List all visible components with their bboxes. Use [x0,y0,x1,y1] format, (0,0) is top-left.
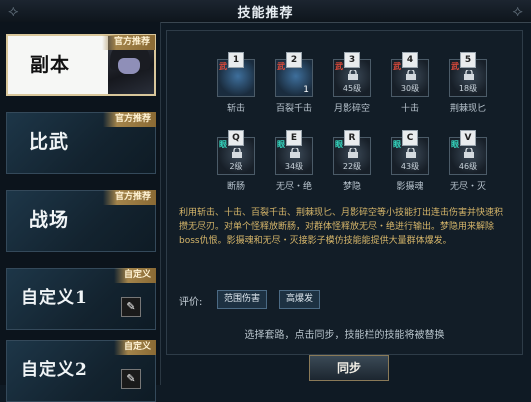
unlock-level: 43级 [400,162,420,171]
rating-tag: 范围伤害 [217,290,268,309]
skill-name: 梦隐 [342,182,361,192]
tab-battlefield[interactable]: 战场 官方推荐 [6,190,156,252]
unlock-level: 18级 [458,84,478,93]
skill-slot[interactable]: R 眼 22级 梦隐 [333,130,371,192]
skill-type-label: 眼 [277,140,285,149]
skill-type-label: 眼 [335,140,343,149]
unlock-level: 45级 [342,84,362,93]
skill-count: 1 [303,85,309,95]
tab-dungeon[interactable]: 副本 官方推荐 [6,34,156,96]
skill-type-label: 武 [277,62,285,71]
skill-recommend-panel: 1 武 斩击 2 武 1 百裂千击 3 武 45级 月影碎空 4 武 30级 十… [166,30,523,355]
skill-slot[interactable]: Q 眼 2级 断肠 [217,130,255,192]
skill-icon: 2 武 1 [275,52,313,97]
skill-type-label: 眼 [219,140,227,149]
hotkey-label: V [460,130,476,146]
skill-slot[interactable]: V 眼 46级 无尽・灭 [449,130,487,192]
skill-name: 斩击 [226,104,245,114]
tab-duel[interactable]: 比武 官方推荐 [6,112,156,174]
rating-label: 评价: [179,297,203,308]
skill-slot[interactable]: 2 武 1 百裂千击 [275,52,313,114]
hotkey-label: E [286,130,302,146]
skill-icon: V 眼 46级 [449,130,487,175]
custom-badge: 自定义 [113,268,156,283]
skill-name: 无尽・灭 [449,182,486,192]
tab-label: 自定义1 [21,288,88,308]
hotkey-label: 4 [402,52,418,68]
skill-slot[interactable]: 3 武 45级 月影碎空 [333,52,371,114]
skill-icon: 3 武 45级 [333,52,371,97]
hotkey-label: C [402,130,418,146]
hotkey-label: 1 [228,52,244,68]
skill-slot[interactable]: 5 武 18级 荆棘现匕 [449,52,487,114]
unlock-level: 22级 [342,162,362,171]
skill-slot[interactable]: C 眼 43级 影摄魂 [391,130,429,192]
unlock-level: 46级 [458,162,478,171]
sync-button[interactable]: 同步 [309,355,389,381]
lock-icon [290,148,300,158]
edit-icon[interactable]: ✎ [121,369,141,389]
lock-icon [406,148,416,158]
lock-icon [348,148,358,158]
skill-slot[interactable]: 4 武 30级 十击 [391,52,429,114]
edit-icon[interactable]: ✎ [121,297,141,317]
skill-icon: Q 眼 2级 [217,130,255,175]
rating-tag: 高爆发 [279,290,321,309]
skill-icon: C 眼 43级 [391,130,429,175]
skill-name: 无尽・绝 [275,182,312,192]
skill-icon: 5 武 18级 [449,52,487,97]
hotkey-label: R [344,130,360,146]
skill-icon: 4 武 30级 [391,52,429,97]
strategy-description: 利用斩击、十击、百裂千击、荆棘现匕、月影碎空等小技能打出连击伤害并快速积攒无尽刃… [179,208,504,246]
tab-label: 比武 [29,131,70,153]
lock-icon [464,70,474,80]
sync-hint: 选择套路，点击同步，技能栏的技能将被替换 [244,330,445,341]
mode-tab-list: 副本 官方推荐 比武 官方推荐 战场 官方推荐 自定义1 自定义 ✎ 自定义2 … [0,22,160,402]
skill-name: 十击 [400,104,419,114]
lock-icon [232,148,242,158]
skill-name: 断肠 [226,182,245,192]
skill-type-label: 武 [219,62,227,71]
tab-label: 副本 [30,54,71,76]
skill-type-label: 武 [393,62,401,71]
skill-icon: E 眼 34级 [275,130,313,175]
hotkey-label: 5 [460,52,476,68]
skill-slot[interactable]: 1 武 斩击 [217,52,255,114]
page-title: 技能推荐 [237,6,294,21]
skill-icon: R 眼 22级 [333,130,371,175]
tab-custom-1[interactable]: 自定义1 自定义 ✎ [6,268,156,330]
skill-type-label: 眼 [393,140,401,149]
hotkey-label: Q [228,130,244,146]
skill-name: 荆棘现匕 [449,104,486,114]
custom-badge: 自定义 [113,340,156,355]
tab-label: 自定义2 [21,360,88,380]
tab-custom-2[interactable]: 自定义2 自定义 ✎ [6,340,156,402]
lock-icon [406,70,416,80]
hotkey-label: 3 [344,52,360,68]
tab-label: 战场 [29,209,70,231]
leaf-decoration-icon: ⟡ [512,1,523,20]
title-bar: ⟡ 技能推荐 ⟡ [0,0,531,23]
unlock-level: 2级 [229,162,243,171]
skill-type-label: 武 [451,62,459,71]
skill-type-label: 眼 [451,140,459,149]
unlock-level: 34级 [284,162,304,171]
official-recommend-badge: 官方推荐 [102,190,156,205]
skill-icon: 1 武 [217,52,255,97]
lock-icon [464,148,474,158]
skill-name: 百裂千击 [275,104,312,114]
skill-type-label: 武 [335,62,343,71]
skill-name: 月影碎空 [333,104,370,114]
official-recommend-badge: 官方推荐 [101,35,155,50]
lock-icon [348,70,358,80]
divider [160,22,161,385]
hotkey-label: 2 [286,52,302,68]
skill-slot[interactable]: E 眼 34级 无尽・绝 [275,130,313,192]
skill-name: 影摄魂 [396,182,424,192]
official-recommend-badge: 官方推荐 [102,112,156,127]
unlock-level: 30级 [400,84,420,93]
